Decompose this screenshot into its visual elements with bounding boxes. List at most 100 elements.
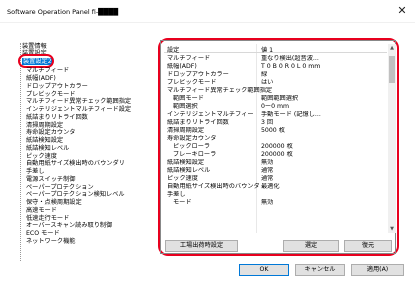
tree-item-device-info[interactable]: 装置情報 <box>22 43 47 50</box>
tree-item-paper-width-adf[interactable]: 紙幅(ADF) <box>26 75 56 82</box>
table-row[interactable]: ドロップアウトカラー 緑 <box>164 71 387 78</box>
cell-setting: 手差し <box>167 191 186 198</box>
software-operation-panel-window: Software Operation Panel fi-████ ✕ 装置情報 … <box>0 0 415 287</box>
tree-item-dropout-color[interactable]: ドロップアウトカラー <box>26 83 88 90</box>
cell-value: 3 回 <box>261 119 274 126</box>
cell-setting: モード <box>173 199 192 206</box>
cell-setting: 紙詰まりリトライ回数 <box>167 119 229 126</box>
selection-highlight <box>18 54 54 68</box>
cell-setting: 紙幅(ADF) <box>167 63 197 70</box>
table-row[interactable]: インテリジェントマルチフィード設定手動モード (記憶し... <box>164 111 387 118</box>
cell-setting: 範囲選択 <box>173 103 198 110</box>
cell-value: 緑 <box>261 71 268 78</box>
title-bar: Software Operation Panel fi-████ ✕ <box>0 0 415 23</box>
cell-value: 5000 枚 <box>261 127 285 134</box>
tree-item-intelligent-multifeed[interactable]: インテリジェントマルチフィード設定 <box>26 106 131 113</box>
table-row[interactable]: 範囲モード 範囲範囲選択 <box>164 95 387 102</box>
table-row[interactable]: ブレーキローラ 200000 枚 <box>164 151 387 158</box>
tree-item-jam-retry-count[interactable]: 紙詰まりリトライ回数 <box>26 114 88 121</box>
cell-value: 200000 枚 <box>261 151 293 158</box>
factory-reset-button[interactable]: 工場出荷時設定 <box>165 240 238 252</box>
table-row[interactable]: モード 無効 <box>164 199 387 206</box>
tree-item-multifeed[interactable]: マルチフィード <box>26 67 69 74</box>
tree-item-auto-size-boundary[interactable]: 自動用紙サイズ検出時のバウンダリ <box>26 160 125 167</box>
cell-setting: 清掃周期設定 <box>167 127 205 134</box>
tree-item-multifeed-check-area[interactable]: マルチフィード異常チェック範囲指定 <box>26 98 131 105</box>
cell-value: 0ー0 mm <box>261 103 290 110</box>
tree-item-power-switch[interactable]: 電源スイッチ制御 <box>26 176 76 183</box>
table-row[interactable]: 寿命設定カウンタ <box>164 135 387 142</box>
cell-setting: 自動用紙サイズ検出時のバウンダリ <box>167 183 259 190</box>
cancel-button[interactable]: キャンセル <box>295 264 345 276</box>
cell-setting: 寿命設定カウンタ <box>167 135 217 142</box>
cell-setting: ピック速度 <box>167 175 198 182</box>
tree-item-life-counter[interactable]: 寿命設定カウンタ <box>26 129 76 136</box>
cell-setting: ピックローラ <box>173 143 211 150</box>
tree-item-paper-protection[interactable]: ペーパープロテクション <box>26 184 94 191</box>
cell-setting: ドロップアウトカラー <box>167 71 229 78</box>
cell-value: 範囲範囲選択 <box>261 95 299 102</box>
grid-header: 設定 値 1 <box>164 44 387 54</box>
table-row[interactable]: 紙詰まりリトライ回数 3 回 <box>164 119 387 126</box>
tree-item-high-speed-mode[interactable]: 高速モード <box>26 207 57 214</box>
cell-value: 重なり検出(超音波... <box>261 55 319 62</box>
cell-setting: ブレーキローラ <box>173 151 217 158</box>
column-header-setting[interactable]: 設定 <box>167 45 179 54</box>
cell-value: T 0 B 0 R 0 L 0 mm <box>261 63 321 70</box>
tree-item-overscan-control[interactable]: オーバースキャン読み取り制御 <box>26 222 112 229</box>
cell-value: 通常 <box>261 167 274 174</box>
scroll-down-icon[interactable]: ▼ <box>388 225 396 233</box>
scrollbar-thumb[interactable] <box>389 56 395 83</box>
tree-item-maintenance-cycle[interactable]: 保守・点検周期設定 <box>26 199 82 206</box>
select-button[interactable]: 選定 <box>283 240 339 252</box>
cell-setting: マルチフィード異常チェック範囲指定 <box>167 87 273 94</box>
settings-panel: 設定 値 1 マルチフィード 重なり検出(超音波... 紙幅(ADF) T 0 B … <box>160 40 396 254</box>
cell-value: 200000 枚 <box>261 143 293 150</box>
tree-item-low-speed-mode[interactable]: 低速走行モード <box>26 215 69 222</box>
cell-setting: 紙詰検知レベル <box>167 167 211 174</box>
cell-value: 手動モード (記憶し... <box>261 111 321 118</box>
tree-item-jam-detection-level[interactable]: 紙詰検知レベル <box>26 145 69 152</box>
table-row[interactable]: 清掃周期設定 5000 枚 <box>164 127 387 134</box>
table-row[interactable]: マルチフィード異常チェック範囲指定 <box>164 87 387 94</box>
table-row[interactable]: 紙詰検知レベル 通常 <box>164 167 387 174</box>
tree-item-paper-protection-level[interactable]: ペーパープロテクション検知レベル <box>26 191 125 198</box>
cell-setting: インテリジェントマルチフィード設定 <box>167 111 255 118</box>
tree-item-cleaning-cycle[interactable]: 清掃周期設定 <box>26 122 63 129</box>
table-row[interactable]: ピックローラ 200000 枚 <box>164 143 387 150</box>
scroll-up-icon[interactable]: ▲ <box>388 44 396 52</box>
table-row[interactable]: 手差し <box>164 191 387 198</box>
cell-value: はい <box>261 79 274 86</box>
cell-setting: 範囲モード <box>173 95 204 102</box>
tree-item-network[interactable]: ネットワーク機能 <box>26 238 76 245</box>
table-row[interactable]: プレビックモード はい <box>164 79 387 86</box>
tree-connector <box>20 43 21 261</box>
column-header-value[interactable]: 値 1 <box>261 45 273 54</box>
tree-item-manual-feed[interactable]: 手差し <box>26 168 45 175</box>
cell-value: 通常 <box>261 175 274 182</box>
table-row[interactable]: マルチフィード 重なり検出(超音波... <box>164 55 387 62</box>
cell-value: 無効 <box>261 199 274 206</box>
tree-item-jam-detection[interactable]: 紙詰検知設定 <box>26 137 63 144</box>
table-row[interactable]: ピック速度 通常 <box>164 175 387 182</box>
table-row[interactable]: 紙詰検知設定 無効 <box>164 159 387 166</box>
window-title: Software Operation Panel fi-████ <box>7 8 119 16</box>
apply-button[interactable]: 適用(A) <box>351 264 404 276</box>
cell-value: 無効 <box>261 159 274 166</box>
ok-button[interactable]: OK <box>239 264 289 276</box>
close-icon[interactable]: ✕ <box>395 4 409 18</box>
cell-setting: 紙詰検知設定 <box>167 159 205 166</box>
restore-button[interactable]: 復元 <box>344 240 392 252</box>
tree-item-prepick-mode[interactable]: プレビックモード <box>26 91 76 98</box>
cell-value: 最適化 <box>261 183 280 190</box>
settings-tree[interactable]: 装置情報 装置設定 装置設定2 マルチフィード 紙幅(ADF) ドロップアウトカ… <box>8 40 154 262</box>
table-row[interactable]: 紙幅(ADF) T 0 B 0 R 0 L 0 mm <box>164 63 387 70</box>
table-row[interactable]: 自動用紙サイズ検出時のバウンダリ 最適化 <box>164 183 387 190</box>
tree-item-eco-mode[interactable]: ECO モード <box>26 230 60 237</box>
settings-grid[interactable]: 設定 値 1 マルチフィード 重なり検出(超音波... 紙幅(ADF) T 0 B … <box>164 44 387 233</box>
table-row[interactable]: 範囲選択 0ー0 mm <box>164 103 387 110</box>
tree-item-pick-speed[interactable]: ピック速度 <box>26 153 57 160</box>
grid-vertical-scrollbar[interactable]: ▲ ▼ <box>388 44 396 233</box>
cell-setting: マルチフィード <box>167 55 211 62</box>
cell-setting: プレビックモード <box>167 79 217 86</box>
